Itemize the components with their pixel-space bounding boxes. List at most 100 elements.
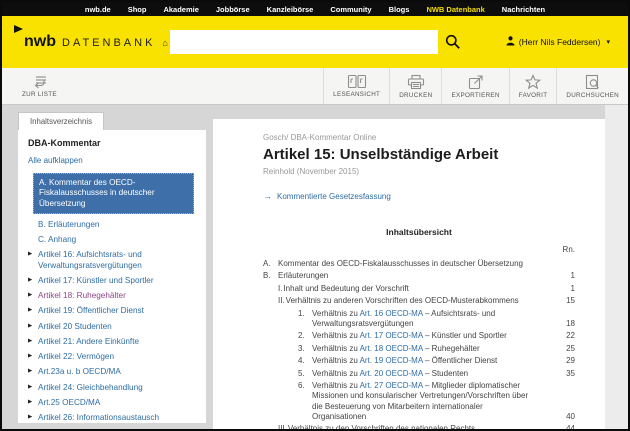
exportieren-button[interactable]: EXPORTIEREN: [441, 68, 508, 104]
toc-row-text[interactable]: Verhältnis zu den Vorschriften des natio…: [288, 424, 549, 429]
tree-arrow-icon: ▶: [28, 250, 34, 271]
search-button[interactable]: [445, 34, 461, 50]
toc-row-text[interactable]: Verhältnis zu anderen Vorschriften des O…: [286, 296, 549, 306]
byline: Reinhold (November 2015): [263, 167, 575, 176]
toc-row-label: 3.: [298, 344, 312, 354]
nav-item[interactable]: Nachrichten: [502, 5, 545, 14]
nav-item[interactable]: NWB Datenbank: [426, 5, 484, 14]
toc-row-text[interactable]: Verhältnis zu Art. 16 OECD-MA – Aufsicht…: [312, 309, 549, 330]
toc-inline-link[interactable]: Art. 18 OECD-MA: [360, 344, 423, 353]
main-panel: Gosch/ DBA-Kommentar Online Artikel 15: …: [213, 119, 605, 429]
tree-item-label: Artikel 20 Studenten: [38, 322, 112, 332]
tree-item[interactable]: ▶ Artikel 20 Studenten: [28, 322, 198, 332]
toc-inline-link[interactable]: Art. 19 OECD-MA: [360, 356, 423, 365]
tree-arrow-icon: ▶: [28, 367, 34, 377]
tree-item-label: Artikel 19: Öffentlicher Dienst: [38, 306, 144, 316]
toc-row-rn: 40: [549, 412, 575, 422]
toc-row-label: A.: [263, 259, 278, 269]
toc-row-label: 4.: [298, 356, 312, 366]
toc-row-label: 1.: [298, 309, 312, 330]
back-to-list-icon: [31, 74, 48, 89]
nav-item[interactable]: Jobbörse: [216, 5, 250, 14]
top-nav: nwb.de Shop Akademie Jobbörse Kanzleibörse Co…: [2, 2, 628, 16]
favorit-label: FAVORIT: [519, 92, 548, 99]
nav-item[interactable]: Shop: [128, 5, 147, 14]
drucken-label: DRUCKEN: [399, 92, 432, 99]
tree-item-label: Artikel 26: Informationsaustausch: [38, 413, 159, 423]
favorit-button[interactable]: FAVORIT: [509, 68, 557, 104]
user-menu[interactable]: (Herr Nils Feddersen) ▾: [506, 36, 610, 48]
tree-item[interactable]: ▶ Artikel 18: Ruhegehälter: [28, 291, 198, 301]
nav-item[interactable]: Kanzleibörse: [267, 5, 314, 14]
toc-inline-link[interactable]: Art. 27 OECD-MA: [360, 381, 423, 390]
leseansicht-label: LESEANSICHT: [333, 91, 380, 98]
durchsuchen-button[interactable]: DURCHSUCHEN: [556, 68, 628, 104]
toc-row-text[interactable]: Verhältnis zu Art. 18 OECD-MA – Ruhegehä…: [312, 344, 549, 354]
leseansicht-button[interactable]: LESEANSICHT: [323, 68, 389, 104]
tree-item[interactable]: ▶ A. Kommentar des OECD-Fiskalausschusse…: [33, 173, 194, 214]
nav-item[interactable]: nwb.de: [85, 5, 111, 14]
toc-rn-header: Rn.: [563, 245, 575, 254]
toc-row-rn: 35: [549, 369, 575, 379]
nav-item[interactable]: Community: [330, 5, 371, 14]
expand-all-link[interactable]: Alle aufklappen: [28, 156, 83, 165]
drucken-button[interactable]: DRUCKEN: [389, 68, 441, 104]
tree-item[interactable]: ▶ Artikel 24: Gleichbehandlung: [28, 383, 198, 393]
nwb-flag-icon: [14, 25, 23, 33]
gesetzesfassung-link[interactable]: → Kommentierte Gesetzesfassung: [263, 192, 575, 201]
tree-item[interactable]: ▶ Artikel 16: Aufsichtsrats- und Verwalt…: [28, 250, 198, 271]
tree-item-label: A. Kommentar des OECD-Fiskalausschusses …: [39, 178, 188, 209]
tree-item[interactable]: ▶ C. Anhang: [28, 235, 198, 245]
home-icon[interactable]: ⌂: [162, 38, 167, 48]
document-toolbar: ZUR LISTE LESEANSICHT: [2, 68, 628, 105]
toc-inline-link[interactable]: Art. 16 OECD-MA: [360, 309, 423, 318]
nav-item[interactable]: Akademie: [163, 5, 198, 14]
tree-item[interactable]: ▶ Art.25 OECD/MA: [28, 398, 198, 408]
toc-row: 5. Verhältnis zu Art. 20 OECD-MA – Stude…: [263, 369, 575, 379]
sidebar-title: DBA-Kommentar: [28, 138, 198, 148]
tree-item[interactable]: ▶ Artikel 21: Andere Einkünfte: [28, 337, 198, 347]
nav-item[interactable]: Blogs: [389, 5, 410, 14]
toc-inline-link[interactable]: Art. 17 OECD-MA: [360, 331, 423, 340]
printer-icon: [407, 74, 425, 90]
toc-row-rn: 44: [549, 424, 575, 429]
reading-view-icon: [347, 74, 367, 89]
toc-row-text[interactable]: Erläuterungen: [278, 271, 549, 281]
toc-row-text[interactable]: Kommentar des OECD-Fiskalausschusses in …: [278, 259, 549, 269]
sidebar-tree: ▶ A. Kommentar des OECD-Fiskalausschusse…: [26, 173, 198, 423]
tree-item[interactable]: ▶ Artikel 26: Informationsaustausch: [28, 413, 198, 423]
toc-row-text[interactable]: Inhalt und Bedeutung der Vorschrift: [283, 284, 549, 294]
durchsuchen-label: DURCHSUCHEN: [566, 92, 619, 99]
toc-row-text[interactable]: Verhältnis zu Art. 27 OECD-MA – Mitglied…: [312, 381, 549, 423]
search-bar: [170, 30, 461, 54]
logo-suffix-text: DATENBANK: [62, 37, 155, 49]
tree-item-label: C. Anhang: [38, 235, 76, 245]
toc-inline-link[interactable]: Art. 20 OECD-MA: [360, 369, 423, 378]
tree-item[interactable]: ▶ Artikel 17: Künstler und Sportler: [28, 276, 198, 286]
toc-row-text[interactable]: Verhältnis zu Art. 19 OECD-MA – Öffentli…: [312, 356, 549, 366]
tree-item[interactable]: ▶ Artikel 19: Öffentlicher Dienst: [28, 306, 198, 316]
toc-row-text[interactable]: Verhältnis zu Art. 17 OECD-MA – Künstler…: [312, 331, 549, 341]
tree-item-label: Artikel 24: Gleichbehandlung: [38, 383, 143, 393]
content-area: Inhaltsverzeichnis DBA-Kommentar Alle au…: [2, 105, 628, 429]
toc-row-label: 5.: [298, 369, 312, 379]
nwb-logo[interactable]: nwb DATENBANK ⌂: [24, 34, 168, 50]
toc-row: 4. Verhältnis zu Art. 19 OECD-MA – Öffen…: [263, 356, 575, 366]
nwb-datenbank-page: nwb.de Shop Akademie Jobbörse Kanzleibörse Co…: [0, 0, 630, 431]
search-input[interactable]: [170, 30, 438, 54]
zur-liste-label: ZUR LISTE: [22, 91, 57, 98]
toc-row: III. Verhältnis zu den Vorschriften des …: [263, 424, 575, 429]
tree-item[interactable]: ▶ Artikel 22: Vermögen: [28, 352, 198, 362]
toc-row-label: 2.: [298, 331, 312, 341]
zur-liste-button[interactable]: ZUR LISTE: [16, 68, 63, 104]
tree-arrow-icon: ▶: [28, 322, 34, 332]
toc-row-label: B.: [263, 271, 278, 281]
tree-item[interactable]: ▶ Art.23a u. b OECD/MA: [28, 367, 198, 377]
tree-item[interactable]: ▶ B. Erläuterungen: [28, 220, 198, 230]
tree-arrow-icon: ▶: [28, 352, 34, 362]
toc-row-text[interactable]: Verhältnis zu Art. 20 OECD-MA – Studente…: [312, 369, 549, 379]
tab-inhaltsverzeichnis[interactable]: Inhaltsverzeichnis: [18, 112, 104, 130]
toc-row: A. Kommentar des OECD-Fiskalausschusses …: [263, 259, 575, 269]
toc-section: Inhaltsübersicht Rn. A. Kommentar des OE…: [263, 227, 575, 429]
tree-arrow-icon: ▶: [28, 306, 34, 316]
